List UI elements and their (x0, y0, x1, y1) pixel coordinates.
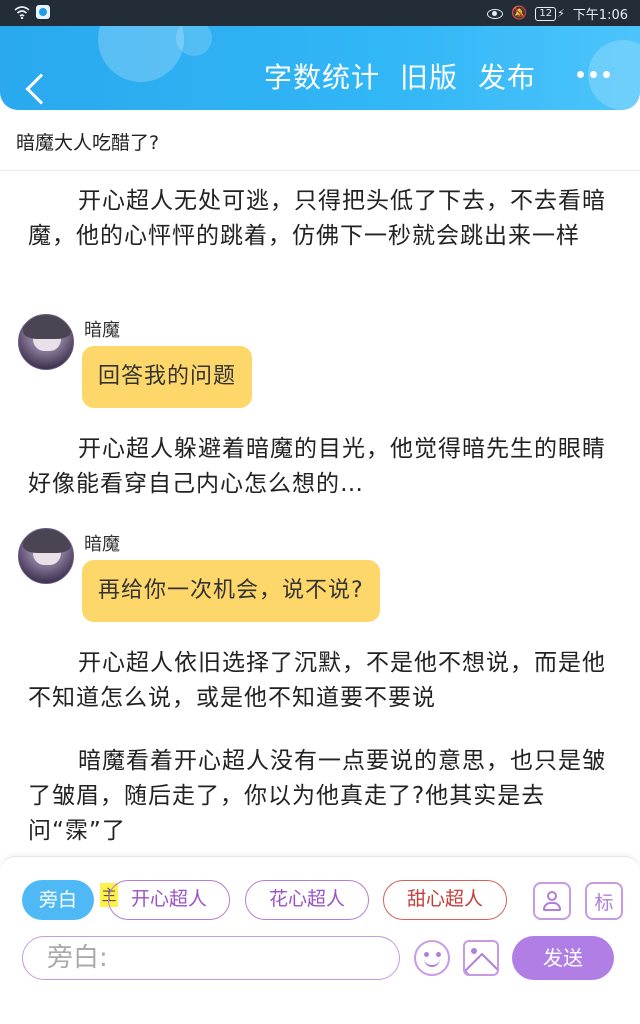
mute-icon: 🔕 (511, 6, 528, 21)
publish-button[interactable]: 发布 (478, 56, 536, 96)
role-huaxin-button[interactable]: 花心超人 (245, 880, 369, 920)
old-version-button[interactable]: 旧版 (400, 56, 458, 96)
tag-button[interactable]: 标 (585, 882, 623, 920)
role-kaixin-button[interactable]: 开心超人 (108, 880, 230, 920)
speaker-avatar[interactable] (18, 314, 74, 370)
word-count-button[interactable]: 字数统计 (264, 56, 380, 96)
send-button[interactable]: 发送 (512, 936, 614, 980)
status-bar: 🔕 12 ⚡ 下午1:06 (0, 0, 640, 26)
role-narration-tab[interactable]: 旁白 (22, 880, 94, 920)
dialog-bubble[interactable]: 再给你一次机会，说不说? (82, 560, 380, 622)
status-time: 下午1:06 (572, 8, 628, 23)
back-arrow-icon (25, 73, 57, 105)
emoji-icon[interactable] (414, 940, 450, 976)
header-actions: 字数统计 旧版 发布 (264, 56, 536, 96)
narration-paragraph[interactable]: 暗魔看着开心超人没有一点要说的意思，也只是皱了皱眉，随后走了，你以为他真走了?他… (28, 744, 608, 849)
decorative-bubble (176, 26, 212, 56)
narration-paragraph[interactable]: 开心超人依旧选择了沉默，不是他不想说，而是他不知道怎么说，或是他不知道要不要说 (28, 646, 608, 716)
charging-icon: ⚡ (557, 7, 565, 20)
more-options-icon[interactable] (577, 71, 610, 78)
character-profile-button[interactable] (533, 882, 571, 920)
eye-comfort-icon (487, 8, 504, 19)
top-app-bar: 字数统计 旧版 发布 (0, 26, 640, 110)
title-divider (0, 170, 640, 171)
app-notification-icon (36, 5, 50, 19)
battery-indicator: 12 ⚡ (535, 6, 565, 21)
speaker-name: 暗魔 (84, 320, 120, 341)
back-button[interactable] (8, 46, 58, 105)
wifi-icon (14, 5, 30, 19)
role-tianxin-button[interactable]: 甜心超人 (383, 880, 507, 920)
speaker-avatar[interactable] (18, 528, 74, 584)
dialog-bubble[interactable]: 回答我的问题 (82, 346, 253, 408)
narration-paragraph[interactable]: 开心超人无处可逃，只得把头低了下去，不去看暗魔，他的心怦怦的跳着，仿佛下一秒就会… (28, 184, 608, 254)
battery-level: 12 (535, 6, 557, 21)
speaker-name: 暗魔 (84, 534, 120, 555)
person-icon (543, 891, 561, 911)
narration-paragraph[interactable]: 开心超人躲避着暗魔的目光，他觉得暗先生的眼睛好像能看穿自己内心怎么想的… (28, 432, 608, 502)
message-input[interactable] (22, 936, 400, 980)
decorative-bubble (98, 26, 184, 82)
document-title[interactable]: 暗魔大人吃醋了? (16, 128, 159, 155)
image-icon[interactable] (463, 940, 499, 976)
